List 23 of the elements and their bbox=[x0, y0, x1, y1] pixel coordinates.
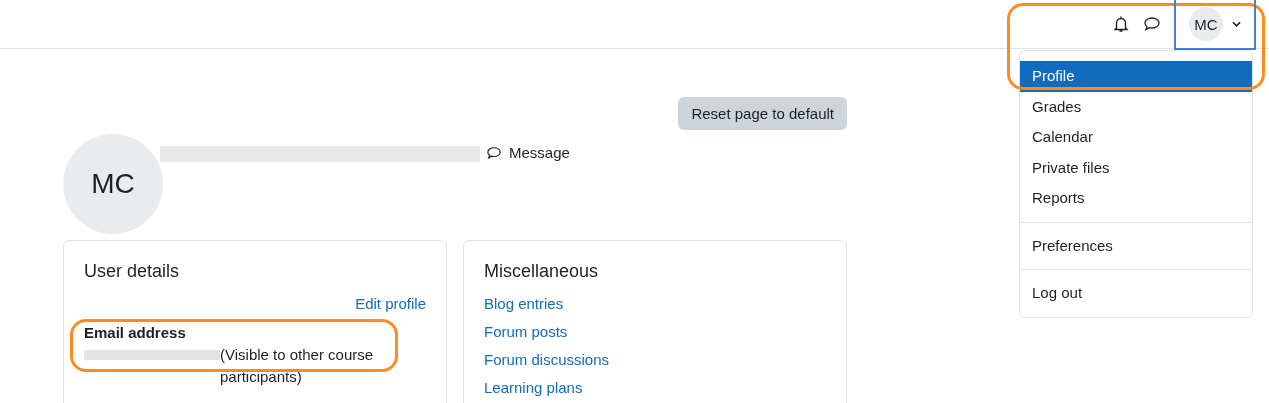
menu-item[interactable]: Grades bbox=[1020, 91, 1252, 122]
caret-icon[interactable] bbox=[1232, 21, 1241, 27]
edit-profile-link[interactable]: Edit profile bbox=[355, 294, 426, 314]
bell-icon[interactable] bbox=[1113, 15, 1129, 33]
chat-icon[interactable] bbox=[1143, 16, 1161, 32]
menu-item[interactable]: Log out bbox=[1020, 278, 1252, 309]
misc-link[interactable]: Forum discussions bbox=[484, 350, 826, 370]
menu-item[interactable]: Preferences bbox=[1020, 230, 1252, 261]
field-note: (Visible to other course participants) bbox=[220, 345, 375, 387]
message-link[interactable]: Message bbox=[486, 144, 570, 161]
misc-link[interactable]: Learning plans bbox=[484, 378, 826, 398]
card-title: User details bbox=[84, 261, 181, 282]
misc-link[interactable]: Blog entries bbox=[484, 294, 826, 314]
user-avatar[interactable]: MC bbox=[1189, 7, 1223, 41]
reset-button[interactable]: Reset page to default bbox=[678, 97, 847, 130]
menu-item[interactable]: Reports bbox=[1020, 183, 1252, 214]
misc-link[interactable]: Forum posts bbox=[484, 322, 826, 342]
menu-item[interactable]: Private files bbox=[1020, 152, 1252, 183]
user-avatar: MC bbox=[63, 134, 163, 234]
field-label: Email address bbox=[84, 323, 187, 343]
chat-icon bbox=[486, 145, 502, 160]
card-title: Miscellaneous bbox=[484, 261, 600, 282]
menu-item[interactable]: Calendar bbox=[1020, 122, 1252, 153]
